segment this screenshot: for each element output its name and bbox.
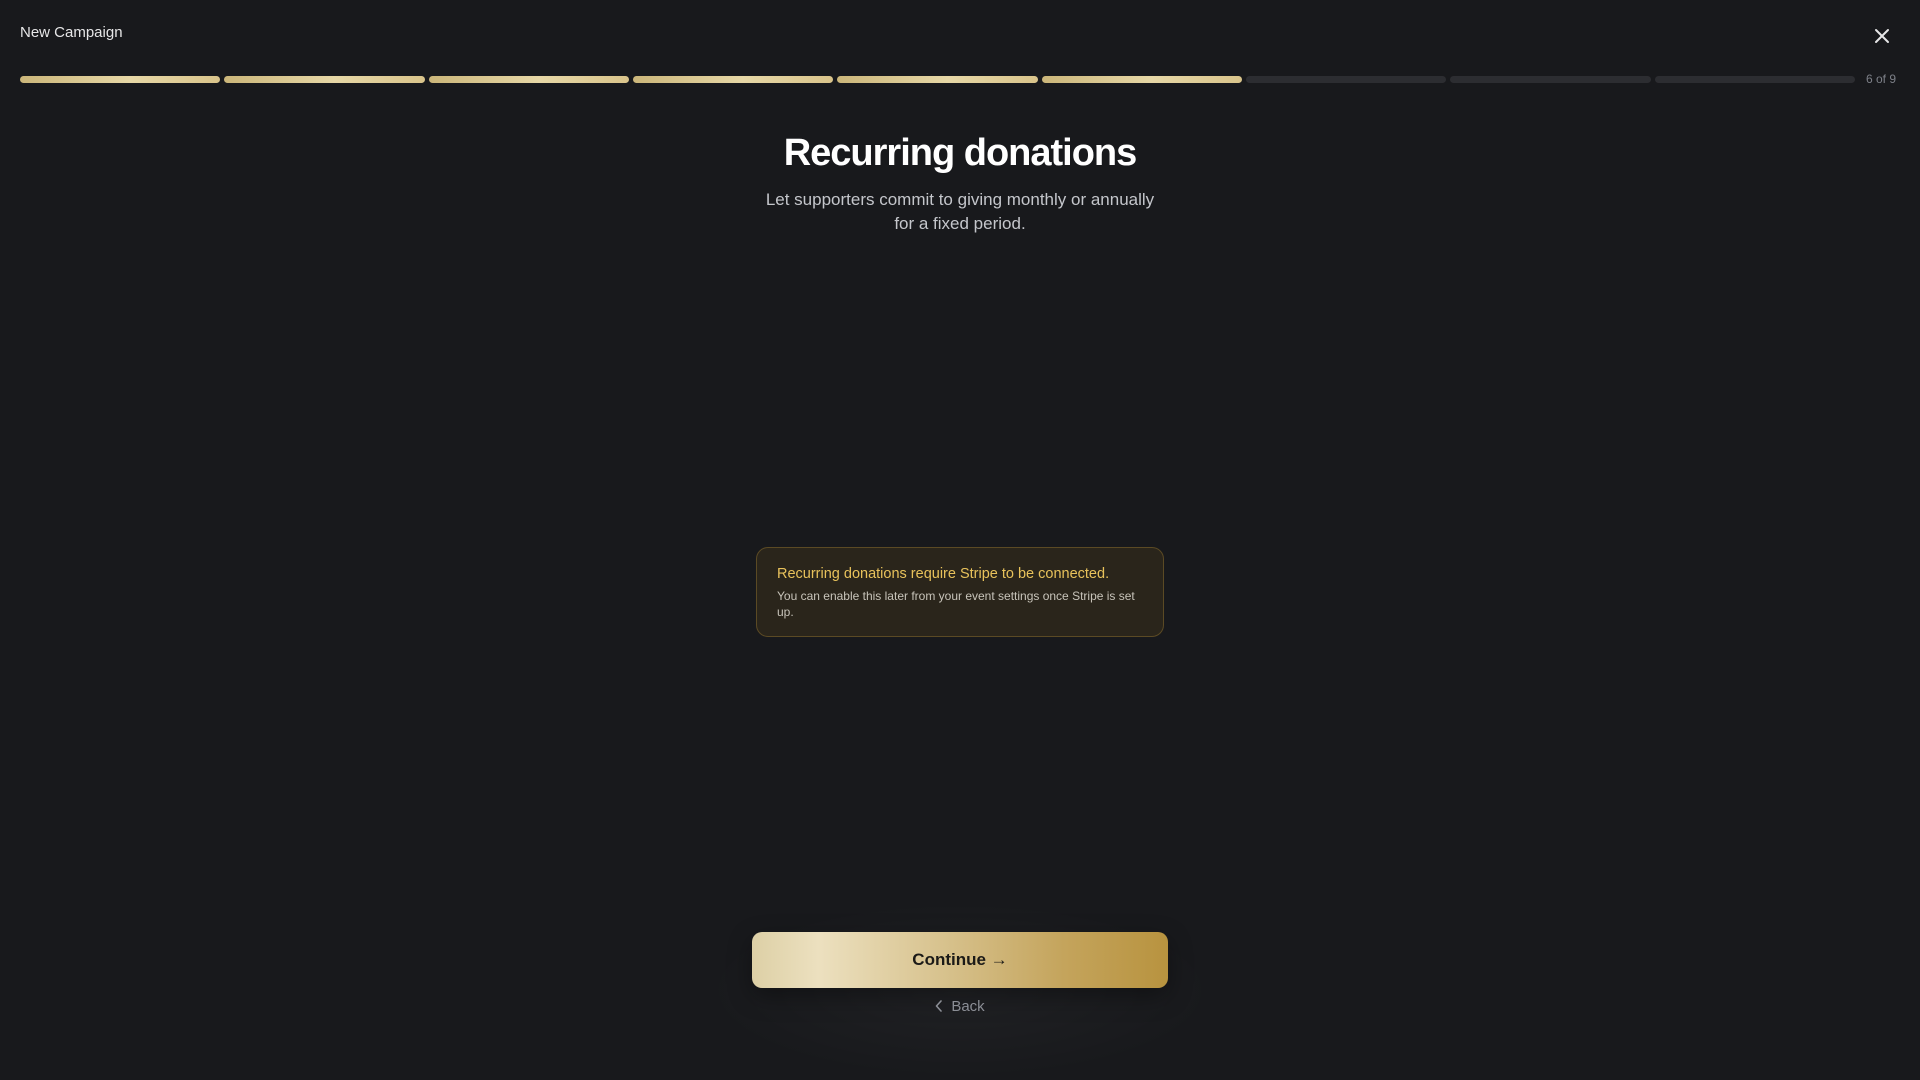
step-counter: 6 of 9 bbox=[1866, 72, 1897, 86]
progress-segment bbox=[1450, 76, 1651, 83]
notice-title: Recurring donations require Stripe to be… bbox=[777, 566, 1110, 582]
notice-body: You can enable this later from your even… bbox=[777, 589, 1135, 619]
step-progress-bar bbox=[20, 76, 1855, 83]
continue-button[interactable]: Continue → bbox=[752, 932, 1168, 988]
progress-segment bbox=[1654, 76, 1855, 83]
close-button[interactable] bbox=[1868, 22, 1896, 50]
progress-segment bbox=[1245, 76, 1447, 83]
page-title: Recurring donations bbox=[783, 132, 1138, 174]
stripe-warning-notice: Recurring donations require Stripe to be… bbox=[756, 547, 1164, 637]
progress-segment bbox=[1041, 76, 1242, 83]
back-label: Back bbox=[951, 997, 985, 1015]
close-icon bbox=[1875, 29, 1889, 43]
chevron-left-icon bbox=[936, 1000, 943, 1012]
page-header-title: New Campaign bbox=[20, 24, 123, 41]
page-subtitle: Let supporters commit to giving monthly … bbox=[765, 190, 1155, 233]
progress-segment bbox=[428, 76, 629, 83]
back-button[interactable]: Back bbox=[930, 996, 990, 1016]
progress-segment bbox=[632, 76, 834, 83]
button-glow bbox=[700, 900, 1220, 1080]
progress-segment bbox=[837, 76, 1038, 83]
progress-segment bbox=[224, 76, 425, 83]
progress-segment bbox=[20, 76, 221, 83]
top-bar: New Campaign bbox=[0, 0, 1920, 66]
